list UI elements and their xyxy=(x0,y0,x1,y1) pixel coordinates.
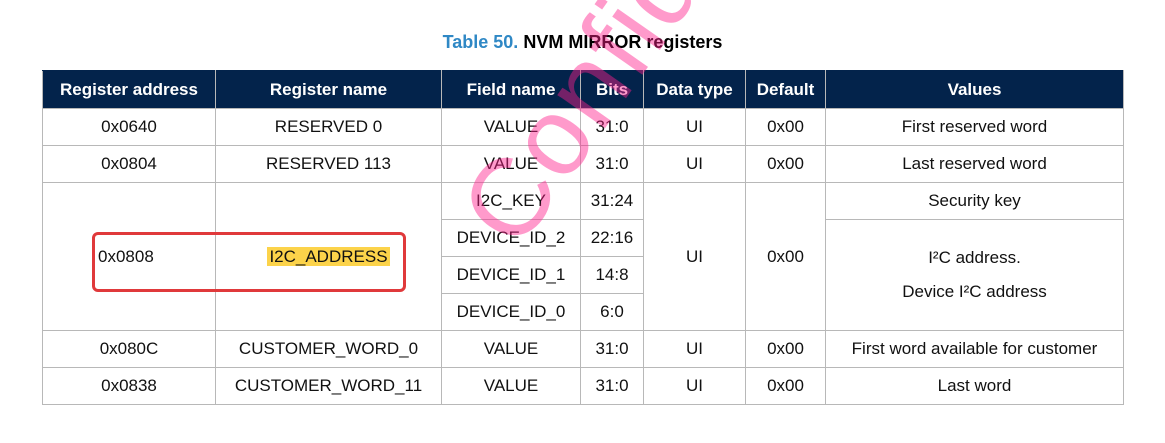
cell-bits: 22:16 xyxy=(580,219,644,257)
cell-address: 0x0838 xyxy=(42,367,216,405)
cell-register-name: CUSTOMER_WORD_11 xyxy=(215,367,442,405)
value-line: I²C address. xyxy=(928,248,1021,267)
cell-field-name: VALUE xyxy=(441,367,581,405)
header-data-type: Data type xyxy=(643,70,746,109)
cell-register-name: RESERVED 0 xyxy=(215,108,442,146)
cell-field-name: DEVICE_ID_2 xyxy=(441,219,581,257)
cell-field-name: VALUE xyxy=(441,330,581,368)
cell-values: Last reserved word xyxy=(825,145,1124,183)
cell-register-name: I2C_ADDRESS xyxy=(215,182,442,331)
cell-field-name: DEVICE_ID_0 xyxy=(441,293,581,331)
header-default: Default xyxy=(745,70,826,109)
table-row: 0x0640 RESERVED 0 VALUE 31:0 UI 0x00 Fir… xyxy=(42,108,1124,146)
nvm-mirror-registers-table: Register address Register name Field nam… xyxy=(42,70,1124,405)
header-register-name: Register name xyxy=(215,70,442,109)
cell-bits: 31:0 xyxy=(580,367,644,405)
cell-default: 0x00 xyxy=(745,108,826,146)
header-register-address: Register address xyxy=(42,70,216,109)
cell-default: 0x00 xyxy=(745,330,826,368)
cell-data-type: UI xyxy=(643,367,746,405)
cell-values: I²C address. Device I²C address xyxy=(825,219,1124,331)
cell-bits: 31:0 xyxy=(580,145,644,183)
table-caption: Table 50. NVM MIRROR registers xyxy=(0,32,1165,53)
cell-bits: 31:24 xyxy=(580,182,644,220)
cell-values: Security key xyxy=(825,182,1124,220)
cell-default: 0x00 xyxy=(745,145,826,183)
table-row: 0x0838 CUSTOMER_WORD_11 VALUE 31:0 UI 0x… xyxy=(42,367,1124,405)
cell-default: 0x00 xyxy=(745,182,826,331)
table-row: 0x0804 RESERVED 113 VALUE 31:0 UI 0x00 L… xyxy=(42,145,1124,183)
cell-register-name: RESERVED 113 xyxy=(215,145,442,183)
cell-field-name: DEVICE_ID_1 xyxy=(441,256,581,294)
cell-register-name: CUSTOMER_WORD_0 xyxy=(215,330,442,368)
cell-default: 0x00 xyxy=(745,367,826,405)
header-field-name: Field name xyxy=(441,70,581,109)
cell-bits: 31:0 xyxy=(580,330,644,368)
cell-address: 0x0804 xyxy=(42,145,216,183)
cell-address: 0x080C xyxy=(42,330,216,368)
header-row: Register address Register name Field nam… xyxy=(42,70,1124,109)
cell-field-name: VALUE xyxy=(441,145,581,183)
cell-field-name: I2C_KEY xyxy=(441,182,581,220)
cell-address: 0x0640 xyxy=(42,108,216,146)
cell-field-name: VALUE xyxy=(441,108,581,146)
cell-values: First reserved word xyxy=(825,108,1124,146)
header-bits: Bits xyxy=(580,70,644,109)
cell-data-type: UI xyxy=(643,145,746,183)
header-values: Values xyxy=(825,70,1124,109)
cell-values: First word available for customer xyxy=(825,330,1124,368)
table-number: Table 50. xyxy=(442,32,519,52)
value-line: Device I²C address xyxy=(902,282,1047,301)
cell-address: 0x0808 xyxy=(42,182,216,331)
cell-data-type: UI xyxy=(643,108,746,146)
table-title: NVM MIRROR registers xyxy=(523,32,723,52)
cell-bits: 6:0 xyxy=(580,293,644,331)
cell-data-type: UI xyxy=(643,330,746,368)
cell-bits: 14:8 xyxy=(580,256,644,294)
cell-data-type: UI xyxy=(643,182,746,331)
cell-bits: 31:0 xyxy=(580,108,644,146)
highlighted-register-name: I2C_ADDRESS xyxy=(267,246,390,266)
table-row-i2c: 0x0808 I2C_ADDRESS I2C_KEY 31:24 UI 0x00… xyxy=(42,182,1124,331)
table-row: 0x080C CUSTOMER_WORD_0 VALUE 31:0 UI 0x0… xyxy=(42,330,1124,368)
cell-values: Last word xyxy=(825,367,1124,405)
